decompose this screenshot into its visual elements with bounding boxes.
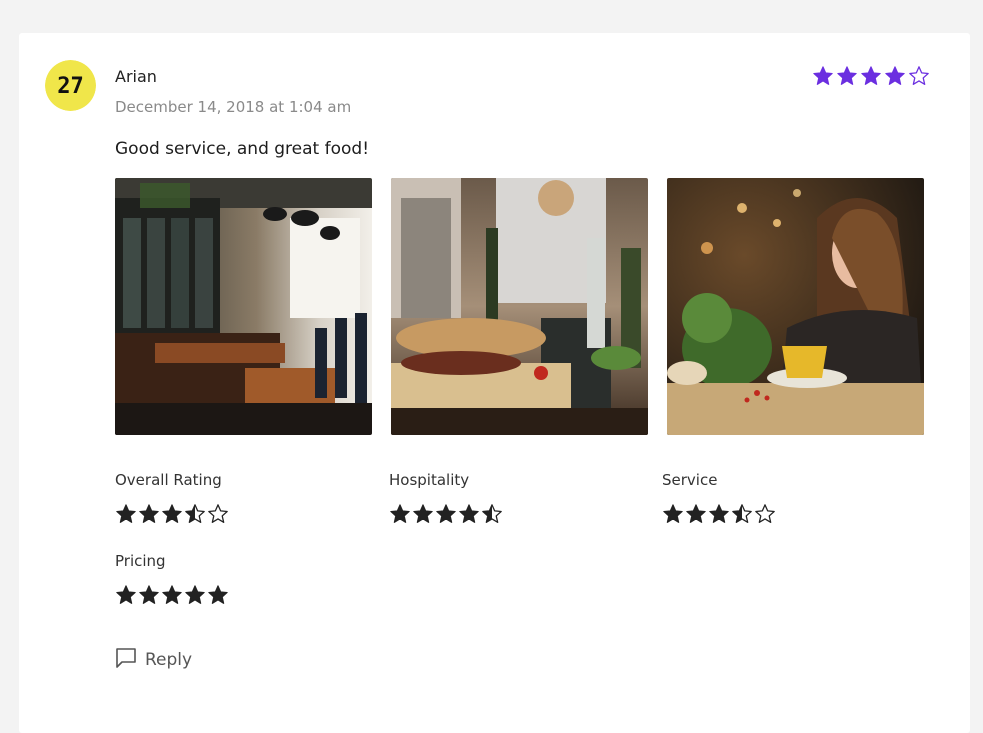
rating-label-pricing: Pricing (115, 552, 166, 570)
avatar[interactable]: 27 (45, 60, 96, 111)
star-filled-icon (138, 503, 160, 525)
comment-icon (115, 647, 137, 673)
star-filled-icon (435, 503, 457, 525)
reply-label: Reply (145, 650, 193, 670)
rating-stars-overall (115, 503, 229, 525)
star-empty-icon (207, 503, 229, 525)
photo-restaurant-interior[interactable] (115, 178, 372, 435)
star-filled-icon (812, 65, 834, 87)
star-filled-icon (662, 503, 684, 525)
rating-pricing: Pricing (115, 552, 229, 606)
rating-hospitality: Hospitality (389, 471, 503, 525)
photo-table-food-spread[interactable] (391, 178, 648, 435)
rating-label-hospitality: Hospitality (389, 471, 470, 489)
star-filled-icon (207, 584, 229, 606)
star-filled-icon (161, 584, 183, 606)
star-filled-icon (389, 503, 411, 525)
rating-stars-service (662, 503, 776, 525)
rating-overall: Overall Rating (115, 471, 229, 525)
star-empty-icon (754, 503, 776, 525)
star-half-icon (481, 503, 503, 525)
star-half-icon (731, 503, 753, 525)
rating-service: Service (662, 471, 776, 525)
star-filled-icon (685, 503, 707, 525)
star-filled-icon (412, 503, 434, 525)
star-filled-icon (115, 503, 137, 525)
star-filled-icon (458, 503, 480, 525)
reply-button[interactable]: Reply (115, 647, 192, 673)
star-filled-icon (115, 584, 137, 606)
rating-stars-pricing (115, 584, 229, 606)
rating-label-overall: Overall Rating (115, 471, 222, 489)
star-filled-icon (884, 65, 906, 87)
star-filled-icon (184, 584, 206, 606)
star-filled-icon (860, 65, 882, 87)
photo-woman-eating[interactable] (667, 178, 924, 435)
star-filled-icon (161, 503, 183, 525)
review-rating-stars (812, 65, 930, 87)
avatar-initials: 27 (57, 74, 84, 99)
review-author[interactable]: Arian (115, 67, 157, 86)
star-empty-icon (908, 65, 930, 87)
rating-label-service: Service (662, 471, 718, 489)
review-photos (115, 178, 924, 435)
review-date: December 14, 2018 at 1:04 am (115, 98, 352, 116)
review-card: 27 Arian December 14, 2018 at 1:04 am Go… (19, 33, 970, 733)
star-filled-icon (138, 584, 160, 606)
rating-stars-hospitality (389, 503, 503, 525)
star-half-icon (184, 503, 206, 525)
star-filled-icon (708, 503, 730, 525)
review-comment: Good service, and great food! (115, 139, 370, 159)
star-filled-icon (836, 65, 858, 87)
